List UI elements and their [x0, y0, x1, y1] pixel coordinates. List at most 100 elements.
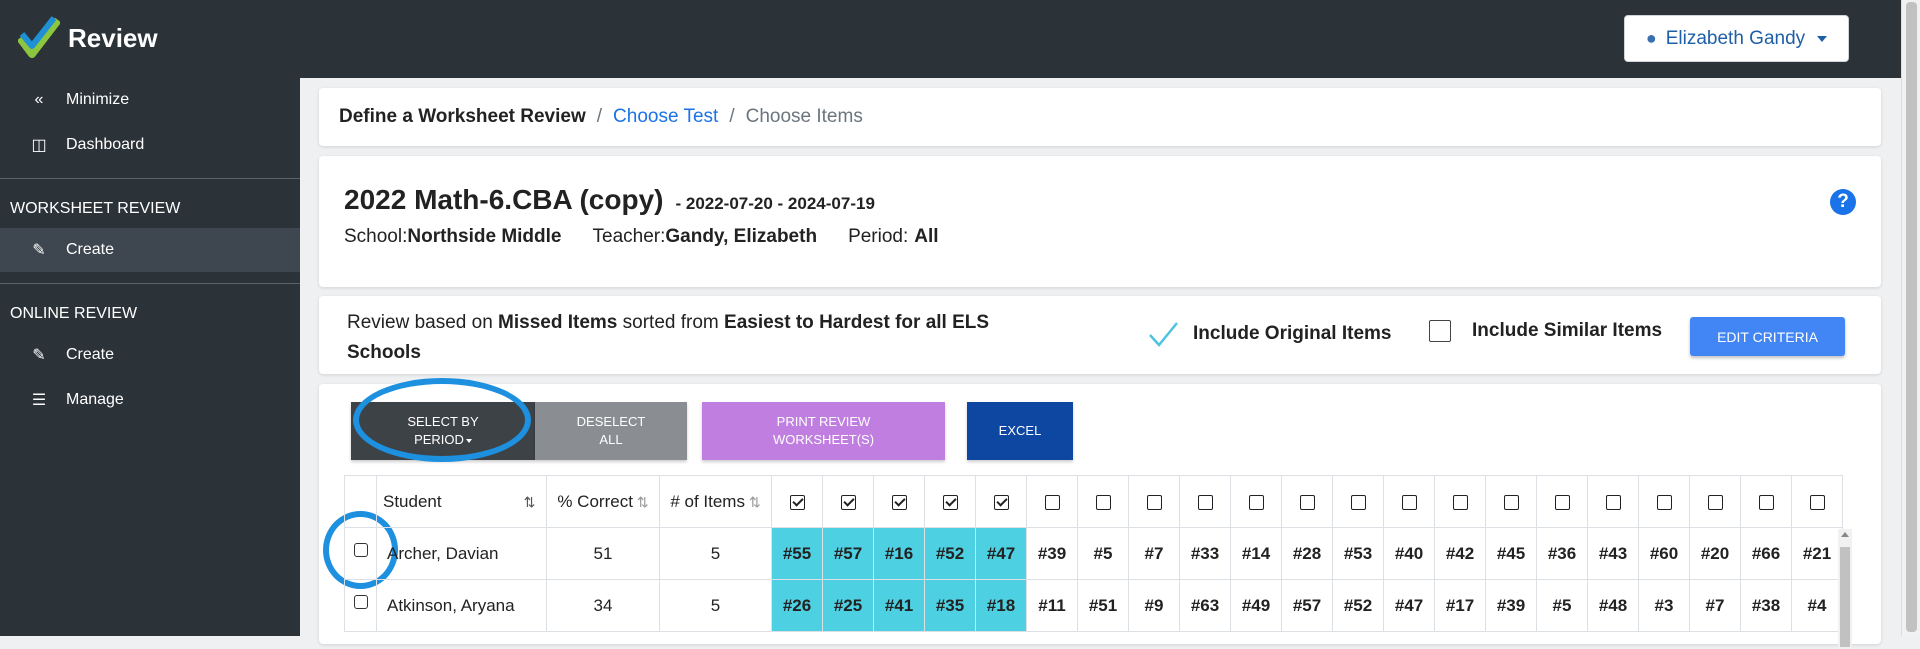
edit-icon: ✎ — [32, 242, 46, 259]
table-scrollbar[interactable] — [1838, 529, 1852, 649]
item-cell: #47 — [1383, 579, 1435, 632]
item-select-checkbox[interactable] — [1503, 494, 1519, 510]
user-menu-button[interactable]: ● Elizabeth Gandy — [1624, 15, 1849, 62]
item-select-checkbox[interactable] — [1095, 494, 1111, 510]
breadcrumb: Define a Worksheet Review / Choose Test … — [319, 88, 1881, 146]
item-cell: #41 — [873, 579, 925, 632]
item-cell: #35 — [924, 579, 976, 632]
sort-icon[interactable]: ⇅ — [637, 494, 649, 510]
item-cell: #9 — [1128, 579, 1180, 632]
item-cell: #52 — [924, 527, 976, 580]
item-column-header — [1281, 475, 1333, 528]
item-select-checkbox[interactable] — [1299, 494, 1315, 510]
include-similar-option[interactable]: Include Similar Items — [1429, 320, 1662, 342]
table-row: Atkinson, Aryana 34 5 #26 #25 #41 #35 #18 #11 #51… — [344, 579, 1843, 632]
breadcrumb-current: Choose Items — [745, 106, 863, 127]
item-select-checkbox[interactable] — [891, 494, 907, 510]
item-cell: #11 — [1026, 579, 1078, 632]
item-select-checkbox[interactable] — [993, 494, 1009, 510]
sidebar-item-online-manage[interactable]: ☰ Manage — [0, 378, 300, 422]
criteria-text: Review based on — [347, 312, 499, 333]
sidebar-item-label: Create — [66, 241, 115, 258]
item-cell: #4 — [1791, 579, 1843, 632]
teacher-label: Teacher: — [592, 226, 666, 247]
print-review-worksheets-button[interactable]: PRINT REVIEW WORKSHEET(S) — [702, 402, 945, 460]
page-scrollbar[interactable] — [1901, 0, 1920, 636]
pct-correct-column-header[interactable]: % Correct ⇅ — [546, 475, 660, 528]
item-cell: #7 — [1128, 527, 1180, 580]
item-column-header — [822, 475, 874, 528]
section-heading: WORKSHEET REVIEW — [10, 200, 181, 217]
divider — [0, 178, 300, 179]
include-original-option[interactable]: Include Original Items — [1147, 320, 1392, 348]
chevron-down-icon — [1817, 35, 1828, 42]
item-cell: #18 — [975, 579, 1027, 632]
item-cell: #57 — [1281, 579, 1333, 632]
sidebar-item-dashboard[interactable]: ◫ Dashboard — [0, 123, 300, 167]
item-select-checkbox[interactable] — [1350, 494, 1366, 510]
item-cell: #39 — [1026, 527, 1078, 580]
item-select-checkbox[interactable] — [1452, 494, 1468, 510]
column-label: Student — [383, 491, 442, 511]
sidebar-item-worksheet-create[interactable]: ✎ Create — [0, 228, 300, 272]
edit-criteria-button[interactable]: EDIT CRITERIA — [1690, 317, 1845, 356]
item-select-checkbox[interactable] — [1197, 494, 1213, 510]
item-column-header — [1026, 475, 1078, 528]
item-column-header — [1230, 475, 1282, 528]
item-cell: #36 — [1536, 527, 1588, 580]
double-chevron-left-icon: « — [34, 91, 44, 108]
item-cell: #16 — [873, 527, 925, 580]
sidebar-item-minimize[interactable]: « Minimize — [0, 78, 300, 122]
sidebar-item-online-create[interactable]: ✎ Create — [0, 333, 300, 377]
items-count-column-header[interactable]: # of Items ⇅ — [659, 475, 772, 528]
student-name: Archer, Davian — [376, 527, 547, 580]
brand[interactable]: Review — [18, 16, 158, 60]
item-select-checkbox[interactable] — [942, 494, 958, 510]
item-cell: #7 — [1689, 579, 1741, 632]
item-cell: #25 — [822, 579, 874, 632]
item-select-checkbox[interactable] — [1248, 494, 1264, 510]
row-select-checkbox[interactable] — [353, 595, 368, 609]
item-select-checkbox[interactable] — [1554, 494, 1570, 510]
logo-check-icon — [18, 16, 60, 58]
student-column-header[interactable]: Student ⇅ — [376, 475, 547, 528]
item-select-checkbox[interactable] — [1758, 494, 1774, 510]
item-select-checkbox[interactable] — [1809, 494, 1825, 510]
excel-button[interactable]: EXCEL — [967, 402, 1073, 460]
item-select-checkbox[interactable] — [1401, 494, 1417, 510]
item-select-checkbox[interactable] — [1146, 494, 1162, 510]
teacher-value: Gandy, Elizabeth — [665, 226, 818, 247]
sidebar-item-label: Create — [66, 346, 115, 363]
item-column-header — [1332, 475, 1384, 528]
row-select-cell — [344, 579, 377, 632]
deselect-all-button[interactable]: DESELECT ALL — [535, 402, 687, 460]
edit-icon: ✎ — [32, 347, 46, 364]
help-icon[interactable]: ? — [1830, 189, 1856, 215]
include-similar-checkbox[interactable] — [1429, 320, 1451, 342]
item-select-checkbox[interactable] — [1605, 494, 1621, 510]
item-select-checkbox[interactable] — [1044, 494, 1060, 510]
button-label: ALL — [599, 432, 623, 447]
checkmark-icon — [1149, 322, 1178, 347]
school-label: School: — [344, 226, 408, 247]
sort-icon[interactable]: ⇅ — [749, 494, 761, 510]
breadcrumb-link-choose-test[interactable]: Choose Test — [613, 106, 718, 128]
item-column-header — [1077, 475, 1129, 528]
sort-icon[interactable]: ⇅ — [524, 494, 536, 510]
item-column-header — [1434, 475, 1486, 528]
student-name: Atkinson, Aryana — [376, 579, 547, 632]
item-column-header — [1587, 475, 1639, 528]
item-select-checkbox[interactable] — [789, 494, 805, 510]
item-select-checkbox[interactable] — [1656, 494, 1672, 510]
item-cell: #51 — [1077, 579, 1129, 632]
row-select-cell — [344, 527, 377, 580]
item-cell: #55 — [771, 527, 823, 580]
item-select-checkbox[interactable] — [840, 494, 856, 510]
item-column-header — [1791, 475, 1843, 528]
row-select-checkbox[interactable] — [353, 543, 368, 557]
test-dates: - 2022-07-20 - 2024-07-19 — [675, 194, 875, 213]
item-select-checkbox[interactable] — [1707, 494, 1723, 510]
item-column-header — [771, 475, 823, 528]
item-cell: #43 — [1587, 527, 1639, 580]
student-items-table: Student ⇅ % Correct ⇅ # of Items ⇅ Archer, … — [344, 475, 1843, 632]
